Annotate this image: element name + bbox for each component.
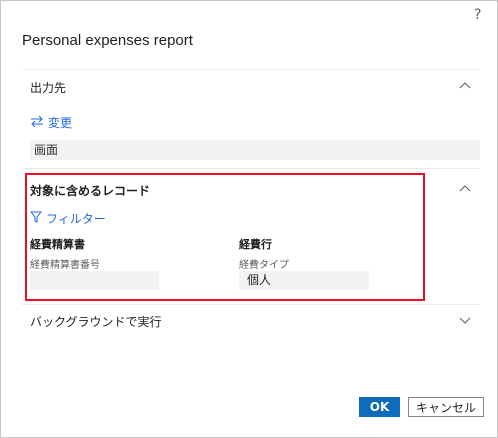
expense-type-input[interactable]: 個人: [239, 271, 369, 290]
expense-report-heading: 経費精算書: [30, 238, 85, 251]
swap-icon: [30, 115, 44, 130]
chevron-up-icon[interactable]: [459, 184, 471, 194]
chevron-up-icon[interactable]: [459, 81, 471, 91]
expense-type-label: 経費タイプ: [239, 260, 289, 271]
change-link-label: 変更: [48, 116, 73, 130]
expense-report-number-input[interactable]: [30, 271, 159, 290]
chevron-down-icon[interactable]: [459, 315, 471, 325]
change-link[interactable]: 変更: [30, 114, 72, 131]
section-records-header[interactable]: 対象に含めるレコード: [30, 182, 150, 199]
expense-line-heading: 経費行: [239, 238, 272, 251]
section-background-header[interactable]: バックグラウンドで実行: [30, 313, 162, 330]
filter-link[interactable]: フィルター: [29, 210, 106, 227]
divider: [22, 69, 480, 70]
divider: [22, 304, 480, 305]
cancel-button[interactable]: キャンセル: [408, 397, 484, 417]
help-icon[interactable]: ?: [474, 7, 481, 23]
ok-button[interactable]: OK: [359, 397, 400, 417]
dialog: ? Personal expenses report 出力先 変更 画面 対象に…: [0, 0, 498, 438]
section-destination-header[interactable]: 出力先: [30, 79, 66, 96]
filter-link-label: フィルター: [46, 212, 106, 226]
dialog-title: Personal expenses report: [22, 32, 193, 49]
divider: [22, 168, 480, 169]
expense-report-number-label: 経費精算書番号: [30, 260, 100, 271]
filter-icon: [29, 211, 43, 226]
destination-value: 画面: [30, 140, 480, 160]
